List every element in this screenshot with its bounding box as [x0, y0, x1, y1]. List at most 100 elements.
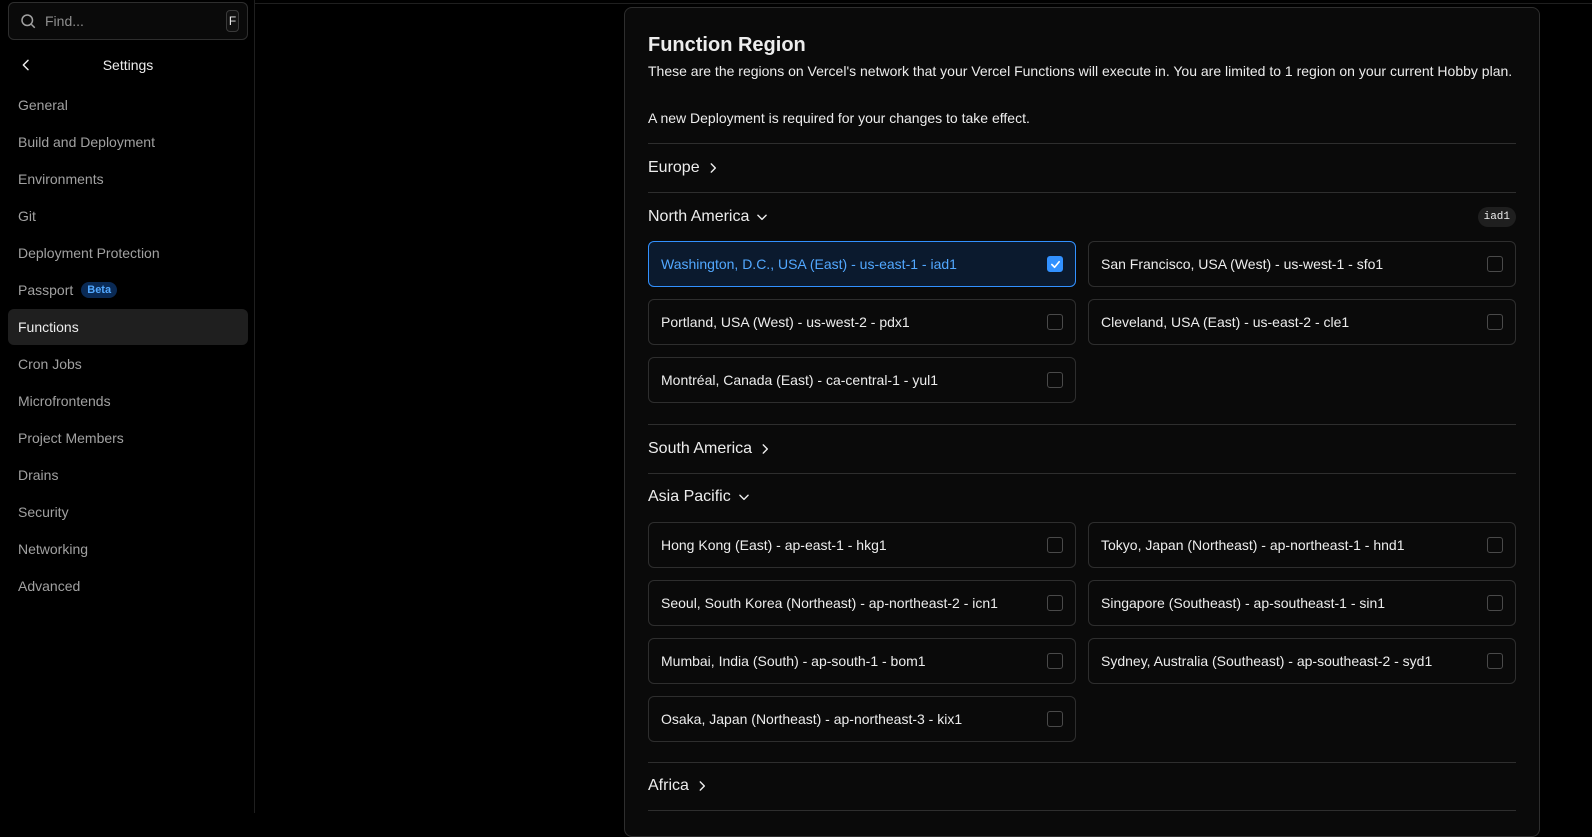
sidebar-item-label: Project Members: [18, 430, 124, 446]
description-text: These are the regions on Vercel's networ…: [648, 63, 1513, 79]
divider: [648, 143, 1516, 144]
sidebar-item-label: Deployment Protection: [18, 245, 160, 261]
region-label: Osaka, Japan (Northeast) - ap-northeast-…: [661, 711, 963, 727]
chevron-right-icon: [762, 444, 769, 454]
sidebar-item-label: Passport: [18, 282, 74, 298]
sidebar-item-advanced[interactable]: Advanced: [8, 568, 248, 604]
beta-badge: Beta: [81, 282, 118, 298]
region-option-icn1[interactable]: Seoul, South Korea (Northeast) - ap-nort…: [648, 580, 1076, 626]
checkmark-icon: [1050, 260, 1060, 268]
region-label: Montréal, Canada (East) - ca-central-1 -…: [661, 372, 938, 388]
sidebar-item-label: Build and Deployment: [18, 134, 155, 150]
region-option-bom1[interactable]: Mumbai, India (South) - ap-south-1 - bom…: [648, 638, 1076, 684]
selected-region-badge: iad1: [1477, 207, 1516, 227]
divider: [648, 810, 1516, 811]
sidebar-title: Settings: [102, 57, 154, 73]
chevron-down-icon: [757, 214, 768, 221]
region-checkbox[interactable]: [1487, 537, 1503, 553]
chevron-right-icon: [699, 781, 705, 791]
chevron-left-icon: [22, 59, 29, 71]
region-option-hkg1[interactable]: Hong Kong (East) - ap-east-1 - hkg1: [648, 522, 1076, 568]
search-icon: [21, 14, 36, 29]
divider: [648, 424, 1516, 425]
region-checkbox[interactable]: [1047, 537, 1063, 553]
section-toggle-south-america[interactable]: South America: [648, 436, 772, 462]
settings-sidebar: F Settings General Build and Deployment …: [0, 0, 255, 813]
region-checkbox[interactable]: [1487, 256, 1503, 272]
divider: [648, 192, 1516, 193]
search-input[interactable]: [45, 13, 226, 29]
section-label: Asia Pacific: [648, 488, 731, 505]
region-checkbox[interactable]: [1047, 711, 1063, 727]
deployment-note: A new Deployment is required for your ch…: [648, 110, 1030, 126]
sidebar-item-label: Microfrontends: [18, 393, 111, 409]
sidebar-item-functions[interactable]: Functions: [8, 309, 248, 345]
chevron-down-icon: [738, 494, 749, 501]
region-checkbox[interactable]: [1047, 372, 1063, 388]
sidebar-item-label: Networking: [18, 541, 89, 557]
sidebar-item-label: Git: [18, 208, 36, 224]
region-label: Tokyo, Japan (Northeast) - ap-northeast-…: [1101, 537, 1405, 553]
region-checkbox[interactable]: [1047, 595, 1063, 611]
section-label: Europe: [648, 159, 700, 176]
region-checkbox[interactable]: [1487, 653, 1503, 669]
region-label: Hong Kong (East) - ap-east-1 - hkg1: [661, 537, 887, 553]
region-option-iad1[interactable]: Washington, D.C., USA (East) - us-east-1…: [648, 241, 1076, 287]
sidebar-item-project-members[interactable]: Project Members: [8, 420, 248, 456]
region-label: San Francisco, USA (West) - us-west-1 - …: [1101, 256, 1384, 272]
region-option-syd1[interactable]: Sydney, Australia (Southeast) - ap-south…: [1088, 638, 1516, 684]
sidebar-item-cron-jobs[interactable]: Cron Jobs: [8, 346, 248, 382]
region-label: Mumbai, India (South) - ap-south-1 - bom…: [661, 653, 926, 669]
section-label: Africa: [648, 777, 689, 794]
sidebar-item-git[interactable]: Git: [8, 198, 248, 234]
region-option-pdx1[interactable]: Portland, USA (West) - us-west-2 - pdx1: [648, 299, 1076, 345]
sidebar-item-build-and-deployment[interactable]: Build and Deployment: [8, 124, 248, 160]
sidebar-item-label: Advanced: [18, 578, 81, 594]
region-checkbox[interactable]: [1487, 595, 1503, 611]
sidebar-item-label: Drains: [18, 467, 59, 483]
sidebar-item-label: Environments: [18, 171, 104, 187]
sidebar-item-label: General: [18, 97, 68, 113]
region-label: Washington, D.C., USA (East) - us-east-1…: [661, 256, 957, 272]
sidebar-item-label: Cron Jobs: [18, 356, 82, 372]
section-toggle-europe[interactable]: Europe: [648, 155, 720, 181]
region-option-kix1[interactable]: Osaka, Japan (Northeast) - ap-northeast-…: [648, 696, 1076, 742]
region-option-yul1[interactable]: Montréal, Canada (East) - ca-central-1 -…: [648, 357, 1076, 403]
sidebar-item-passport[interactable]: Passport Beta: [8, 272, 248, 308]
region-checkbox[interactable]: [1487, 314, 1503, 330]
region-option-sfo1[interactable]: San Francisco, USA (West) - us-west-1 - …: [1088, 241, 1516, 287]
search-shortcut-key: F: [226, 10, 239, 32]
sidebar-item-deployment-protection[interactable]: Deployment Protection: [8, 235, 248, 271]
divider: [648, 473, 1516, 474]
sidebar-item-general[interactable]: General: [8, 87, 248, 123]
section-toggle-north-america[interactable]: North America: [648, 204, 769, 230]
section-label: North America: [648, 208, 750, 225]
chevron-right-icon: [710, 163, 716, 173]
sidebar-header: Settings: [8, 50, 248, 80]
function-region-card: Function Region These are the regions on…: [624, 7, 1540, 837]
region-label: Sydney, Australia (Southeast) - ap-south…: [1101, 653, 1433, 669]
sidebar-item-security[interactable]: Security: [8, 494, 248, 530]
back-button[interactable]: [8, 50, 44, 80]
sidebar-item-networking[interactable]: Networking: [8, 531, 248, 567]
sidebar-item-label: Functions: [18, 319, 79, 335]
region-label: Cleveland, USA (East) - us-east-2 - cle1: [1101, 314, 1350, 330]
section-toggle-africa[interactable]: Africa: [648, 773, 709, 799]
section-label: South America: [648, 440, 753, 457]
sidebar-item-drains[interactable]: Drains: [8, 457, 248, 493]
region-checkbox[interactable]: [1047, 653, 1063, 669]
region-option-sin1[interactable]: Singapore (Southeast) - ap-southeast-1 -…: [1088, 580, 1516, 626]
region-option-hnd1[interactable]: Tokyo, Japan (Northeast) - ap-northeast-…: [1088, 522, 1516, 568]
sidebar-item-environments[interactable]: Environments: [8, 161, 248, 197]
region-label: Portland, USA (West) - us-west-2 - pdx1: [661, 314, 910, 330]
region-checkbox[interactable]: [1047, 314, 1063, 330]
section-toggle-asia-pacific[interactable]: Asia Pacific: [648, 484, 751, 510]
sidebar-item-microfrontends[interactable]: Microfrontends: [8, 383, 248, 419]
top-divider: [255, 3, 1592, 4]
search-box[interactable]: F: [8, 2, 248, 40]
page-title: Function Region: [648, 34, 806, 56]
region-checkbox[interactable]: [1047, 256, 1063, 272]
region-option-cle1[interactable]: Cleveland, USA (East) - us-east-2 - cle1: [1088, 299, 1516, 345]
region-label: Singapore (Southeast) - ap-southeast-1 -…: [1101, 595, 1386, 611]
settings-nav: General Build and Deployment Environment…: [8, 87, 248, 605]
